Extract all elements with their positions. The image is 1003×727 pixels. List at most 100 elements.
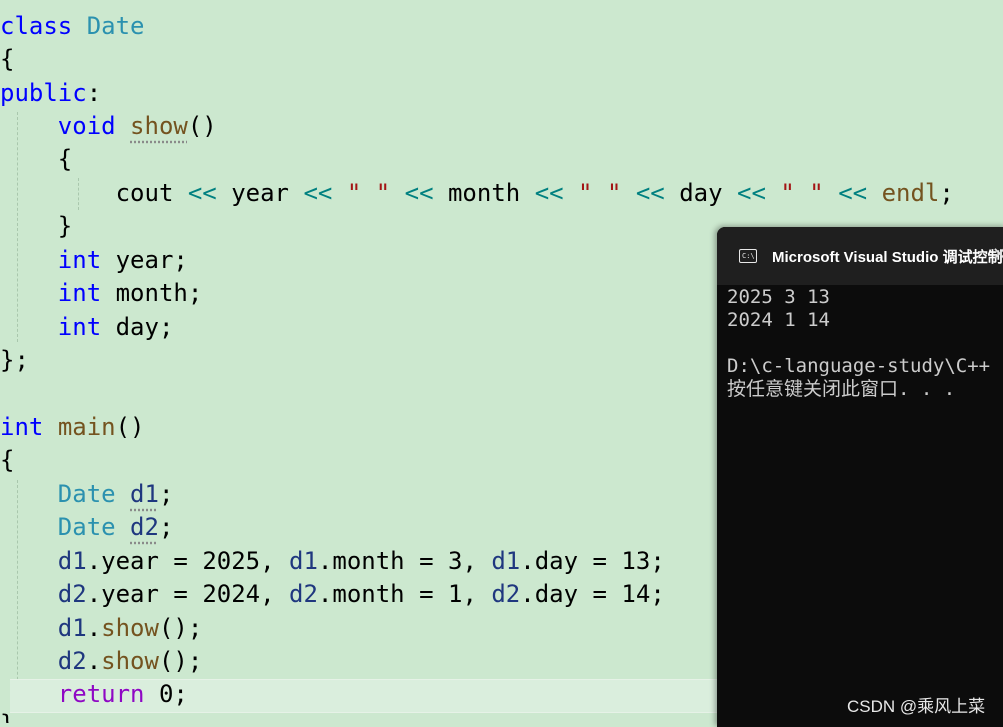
token-number: 0: [158, 680, 174, 708]
token-ident: year: [231, 179, 289, 207]
code-line-19[interactable]: d1.show();: [0, 612, 203, 645]
code-line-5[interactable]: {: [0, 143, 72, 176]
token-punct: .: [86, 614, 102, 642]
token-keyword: int: [57, 246, 102, 274]
token-punct: .: [317, 547, 333, 575]
token-var: d2: [130, 513, 159, 541]
token-punct: {: [0, 45, 15, 73]
token-var: d1: [130, 480, 159, 508]
token-punct: ;: [650, 580, 665, 608]
token-punct: ;: [939, 179, 954, 207]
token-punct: .: [86, 647, 102, 675]
token-op: =: [173, 580, 188, 608]
token-op: =: [173, 547, 188, 575]
code-line-21[interactable]: return 0;: [0, 678, 188, 711]
token-punct: ;: [158, 480, 174, 508]
console-title: Microsoft Visual Studio 调试控制台: [772, 249, 1003, 266]
code-line-20[interactable]: d2.show();: [0, 645, 203, 678]
token-op: <<: [187, 179, 217, 207]
token-punct: {: [57, 145, 73, 173]
code-line-15[interactable]: Date d1;: [0, 478, 174, 511]
console-output-line: 按任意键关闭此窗口. . .: [727, 378, 956, 400]
console-title-bar[interactable]: C:\ Microsoft Visual Studio 调试控制台 ✕: [717, 227, 1003, 285]
token-function: show: [130, 112, 188, 140]
token-ident: month: [115, 279, 188, 307]
token-punct: ,: [260, 580, 275, 608]
token-ident: year: [101, 580, 159, 608]
console-output-line: 2025 3 13: [727, 286, 830, 308]
token-punct: .: [520, 547, 535, 575]
token-function: endl: [881, 179, 940, 207]
token-ident: year: [115, 246, 174, 274]
token-var: d1: [289, 547, 318, 575]
token-punct: ,: [462, 580, 477, 608]
token-function: show: [101, 647, 159, 675]
token-punct: (): [115, 413, 145, 441]
token-number: 1: [447, 580, 463, 608]
token-var: d2: [289, 580, 318, 608]
token-op: =: [419, 547, 434, 575]
token-var: d2: [57, 580, 87, 608]
token-keyword: int: [0, 413, 44, 441]
code-line-2[interactable]: {: [0, 43, 14, 76]
token-keyword: class: [0, 12, 73, 40]
code-line-10[interactable]: int day;: [0, 311, 174, 344]
token-var: d2: [57, 647, 87, 675]
token-op: <<: [737, 179, 766, 207]
token-op: =: [592, 580, 607, 608]
token-punct: (): [158, 647, 188, 675]
token-punct: }: [57, 212, 73, 240]
token-punct: .: [86, 547, 102, 575]
token-keyword: return: [57, 680, 145, 708]
console-app-icon: C:\: [739, 249, 757, 263]
token-ident: month: [332, 547, 405, 575]
token-number: 3: [447, 547, 463, 575]
code-line-8[interactable]: int year;: [0, 244, 188, 277]
token-ident: cout: [115, 179, 174, 207]
token-number: 2024: [202, 580, 261, 608]
console-output-line: 2024 1 14: [727, 309, 830, 331]
token-op: <<: [838, 179, 868, 207]
token-punct: ;: [158, 313, 174, 341]
token-punct: .: [86, 580, 102, 608]
code-line-9[interactable]: int month;: [0, 277, 203, 310]
token-var: d1: [491, 547, 521, 575]
token-number: 13: [621, 547, 651, 575]
code-line-6[interactable]: cout << year << " " << month << " " << d…: [0, 177, 954, 210]
token-var: d1: [57, 614, 87, 642]
token-string: " ": [780, 179, 824, 207]
code-line-13[interactable]: int main(): [0, 411, 145, 444]
code-line-3[interactable]: public:: [0, 77, 101, 110]
token-punct: ,: [260, 547, 275, 575]
token-function: main: [57, 413, 116, 441]
code-line-11[interactable]: };: [0, 344, 29, 377]
token-ident: day: [534, 580, 579, 608]
token-keyword: int: [57, 313, 102, 341]
code-line-4[interactable]: void show(): [0, 110, 217, 143]
code-line-14[interactable]: {: [0, 444, 14, 477]
token-punct: ;: [187, 279, 203, 307]
token-punct: ;: [187, 614, 203, 642]
close-icon[interactable]: ✕: [992, 244, 1003, 265]
token-op: <<: [303, 179, 333, 207]
token-ident: year: [101, 547, 159, 575]
token-punct: .: [520, 580, 535, 608]
token-punct: ;: [187, 647, 203, 675]
code-line-16[interactable]: Date d2;: [0, 511, 174, 544]
token-function: show: [101, 614, 159, 642]
code-line-17[interactable]: d1.year = 2025, d1.month = 3, d1.day = 1…: [0, 545, 665, 578]
code-line-18[interactable]: d2.year = 2024, d2.month = 1, d2.day = 1…: [0, 578, 665, 611]
token-ident: day: [679, 179, 723, 207]
token-punct: ;: [158, 513, 174, 541]
code-line-1[interactable]: class Date: [0, 10, 145, 43]
token-op: =: [419, 580, 434, 608]
token-op: <<: [534, 179, 564, 207]
code-line-7[interactable]: }: [0, 210, 72, 243]
token-keyword: int: [57, 279, 102, 307]
code-line-22[interactable]: }: [0, 708, 14, 723]
token-type: Date: [86, 12, 145, 40]
debug-console-window[interactable]: C:\ Microsoft Visual Studio 调试控制台 ✕ 2025…: [717, 227, 1003, 727]
token-punct: ;: [173, 680, 188, 708]
token-string: " ": [346, 179, 391, 207]
token-var: d2: [491, 580, 521, 608]
